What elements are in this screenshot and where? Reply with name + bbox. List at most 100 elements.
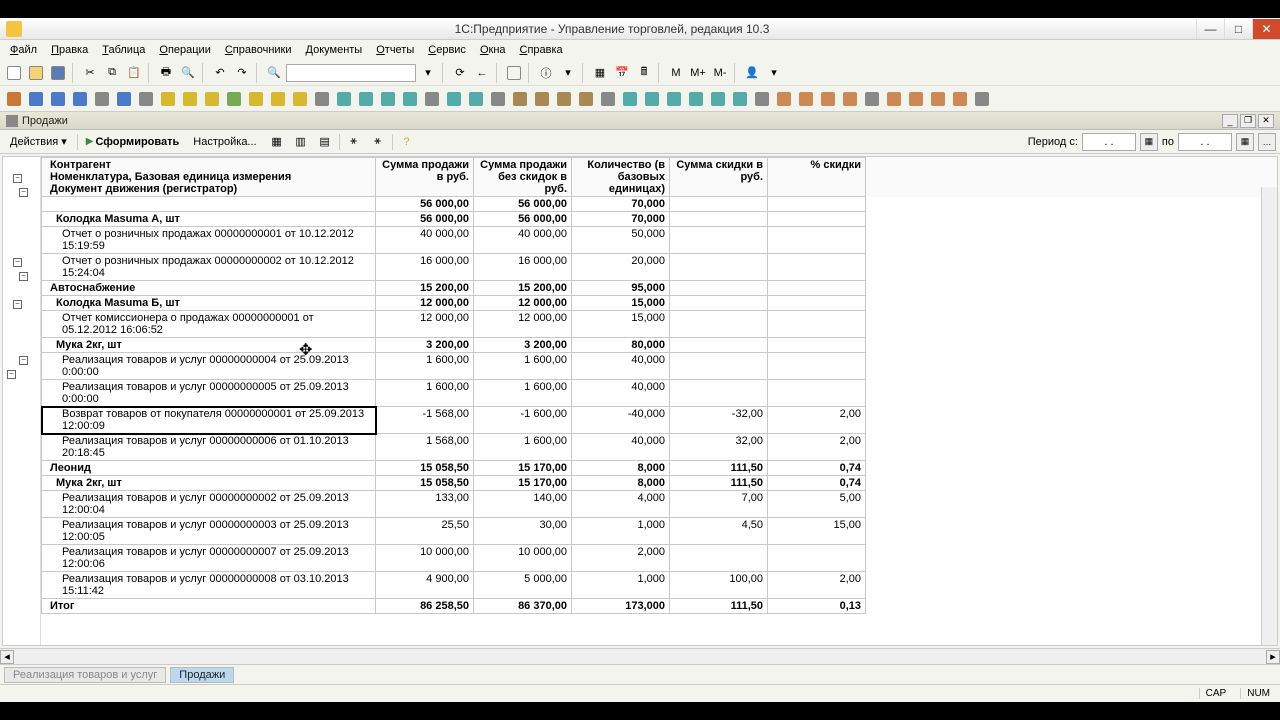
toolbar2-icon-14[interactable] xyxy=(312,89,332,109)
toolbar2-icon-7[interactable] xyxy=(158,89,178,109)
subwindow-minimize[interactable]: _ xyxy=(1222,114,1238,128)
vertical-scrollbar[interactable] xyxy=(1261,187,1277,645)
toolbar2-icon-28[interactable] xyxy=(620,89,640,109)
toolbar2-icon-0[interactable] xyxy=(4,89,24,109)
search-icon[interactable]: 🔍 xyxy=(264,63,284,83)
back-icon[interactable]: ← xyxy=(472,63,492,83)
table-row[interactable]: Реализация товаров и услуг 00000000005 о… xyxy=(42,380,1277,407)
toolbar2-icon-40[interactable] xyxy=(884,89,904,109)
open-icon[interactable] xyxy=(26,63,46,83)
rows-icon[interactable]: ▤ xyxy=(315,132,335,152)
toolbar2-icon-32[interactable] xyxy=(708,89,728,109)
toolbar2-icon-31[interactable] xyxy=(686,89,706,109)
toolbar2-icon-35[interactable] xyxy=(774,89,794,109)
menu-2[interactable]: Таблица xyxy=(96,42,151,58)
toolbar2-icon-33[interactable] xyxy=(730,89,750,109)
period-to-cal-icon[interactable]: ▦ xyxy=(1236,133,1254,151)
cut-icon[interactable]: ✂ xyxy=(80,63,100,83)
dropdown-icon[interactable]: ▾ xyxy=(418,63,438,83)
toolbar2-icon-11[interactable] xyxy=(246,89,266,109)
toolbar2-icon-36[interactable] xyxy=(796,89,816,109)
toolbar2-icon-37[interactable] xyxy=(818,89,838,109)
outline-toggle[interactable]: − xyxy=(19,356,28,365)
help2-icon[interactable]: ? xyxy=(397,132,417,152)
undo-icon[interactable]: ↶ xyxy=(210,63,230,83)
toolbar2-icon-34[interactable] xyxy=(752,89,772,109)
table-icon[interactable]: ▦ xyxy=(590,63,610,83)
table-row[interactable]: Отчет о розничных продажах 00000000002 о… xyxy=(42,254,1277,281)
help-icon[interactable]: 👤 xyxy=(742,63,762,83)
save-icon[interactable] xyxy=(48,63,68,83)
toolbar2-icon-5[interactable] xyxy=(114,89,134,109)
table-row[interactable]: Мука 2кг, шт15 058,5015 170,008,000111,5… xyxy=(42,476,1277,491)
toolbar2-icon-3[interactable] xyxy=(70,89,90,109)
info-icon[interactable]: ⓘ xyxy=(536,63,556,83)
calendar-icon[interactable]: 📅 xyxy=(612,63,632,83)
preview-icon[interactable]: 🔍 xyxy=(178,63,198,83)
subwindow-close[interactable]: ✕ xyxy=(1258,114,1274,128)
table-row[interactable]: 56 000,0056 000,0070,000 xyxy=(42,197,1277,212)
table-row[interactable]: Отчет о розничных продажах 00000000001 о… xyxy=(42,227,1277,254)
search-input[interactable] xyxy=(286,64,416,82)
table-row[interactable]: Реализация товаров и услуг 00000000004 о… xyxy=(42,353,1277,380)
toolbar2-icon-29[interactable] xyxy=(642,89,662,109)
m-button[interactable]: M xyxy=(666,63,686,83)
toolbar2-icon-19[interactable] xyxy=(422,89,442,109)
toolbar2-icon-12[interactable] xyxy=(268,89,288,109)
outline-toggle[interactable]: − xyxy=(7,370,16,379)
task-tab-0[interactable]: Реализация товаров и услуг xyxy=(4,667,166,683)
toolbar2-icon-20[interactable] xyxy=(444,89,464,109)
subwindow-restore[interactable]: ❐ xyxy=(1240,114,1256,128)
toolbar2-icon-23[interactable] xyxy=(510,89,530,109)
toolbar2-icon-8[interactable] xyxy=(180,89,200,109)
table-row[interactable]: Автоснабжение15 200,0015 200,0095,000 xyxy=(42,281,1277,296)
period-from-cal-icon[interactable]: ▦ xyxy=(1140,133,1158,151)
calc-icon[interactable]: 🖩 xyxy=(634,63,654,83)
task-tab-1[interactable]: Продажи xyxy=(170,667,234,683)
data-grid[interactable]: Контрагент Номенклатура, Базовая единица… xyxy=(41,157,1277,645)
menu-8[interactable]: Окна xyxy=(474,42,512,58)
more-icon[interactable]: ▾ xyxy=(764,63,784,83)
copy-icon[interactable]: ⧉ xyxy=(102,63,122,83)
menu-4[interactable]: Справочники xyxy=(219,42,298,58)
filter2-icon[interactable]: ⚹ xyxy=(368,132,388,152)
table-row[interactable]: Колодка Masuma А, шт56 000,0056 000,0070… xyxy=(42,212,1277,227)
settings-button[interactable]: Настройка... xyxy=(187,134,262,150)
m-plus-button[interactable]: M+ xyxy=(688,63,708,83)
outline-toggle[interactable]: − xyxy=(13,300,22,309)
close-button[interactable]: ✕ xyxy=(1252,19,1280,39)
table-row[interactable]: Реализация товаров и услуг 00000000007 о… xyxy=(42,545,1277,572)
period-to-input[interactable] xyxy=(1178,133,1232,151)
table-row[interactable]: Отчет комиссионера о продажах 0000000000… xyxy=(42,311,1277,338)
minimize-button[interactable]: — xyxy=(1196,19,1224,39)
table-row[interactable]: Мука 2кг, шт3 200,003 200,0080,000 xyxy=(42,338,1277,353)
toolbar2-icon-6[interactable] xyxy=(136,89,156,109)
toolbar2-icon-25[interactable] xyxy=(554,89,574,109)
table-row[interactable]: Реализация товаров и услуг 00000000008 о… xyxy=(42,572,1277,599)
outline-toggle[interactable]: − xyxy=(19,272,28,281)
m-minus-button[interactable]: M- xyxy=(710,63,730,83)
toolbar2-icon-41[interactable] xyxy=(906,89,926,109)
table-row[interactable]: Итог86 258,5086 370,00173,000111,500,13 xyxy=(42,599,1277,614)
period-picker-icon[interactable]: … xyxy=(1258,133,1276,151)
menu-3[interactable]: Операции xyxy=(153,42,216,58)
toolbar2-icon-10[interactable] xyxy=(224,89,244,109)
toolbar2-icon-16[interactable] xyxy=(356,89,376,109)
horizontal-scrollbar[interactable]: ◂ ▸ xyxy=(0,648,1280,664)
table-row[interactable]: Возврат товаров от покупателя 0000000000… xyxy=(42,407,1277,434)
cols-icon[interactable]: ▥ xyxy=(291,132,311,152)
filter1-icon[interactable]: ⚹ xyxy=(344,132,364,152)
redo-icon[interactable]: ↷ xyxy=(232,63,252,83)
table-row[interactable]: Реализация товаров и услуг 00000000003 о… xyxy=(42,518,1277,545)
table-row[interactable]: Леонид15 058,5015 170,008,000111,500,74 xyxy=(42,461,1277,476)
toolbar2-icon-42[interactable] xyxy=(928,89,948,109)
outline-gutter[interactable]: −−−−−−− xyxy=(3,157,41,645)
outline-toggle[interactable]: − xyxy=(13,174,22,183)
maximize-button[interactable]: □ xyxy=(1224,19,1252,39)
print-icon[interactable]: 🖶 xyxy=(156,63,176,83)
toolbar2-icon-17[interactable] xyxy=(378,89,398,109)
chevron-down-icon[interactable]: ▾ xyxy=(558,63,578,83)
toolbar2-icon-2[interactable] xyxy=(48,89,68,109)
toolbar2-icon-43[interactable] xyxy=(950,89,970,109)
toolbar2-icon-18[interactable] xyxy=(400,89,420,109)
